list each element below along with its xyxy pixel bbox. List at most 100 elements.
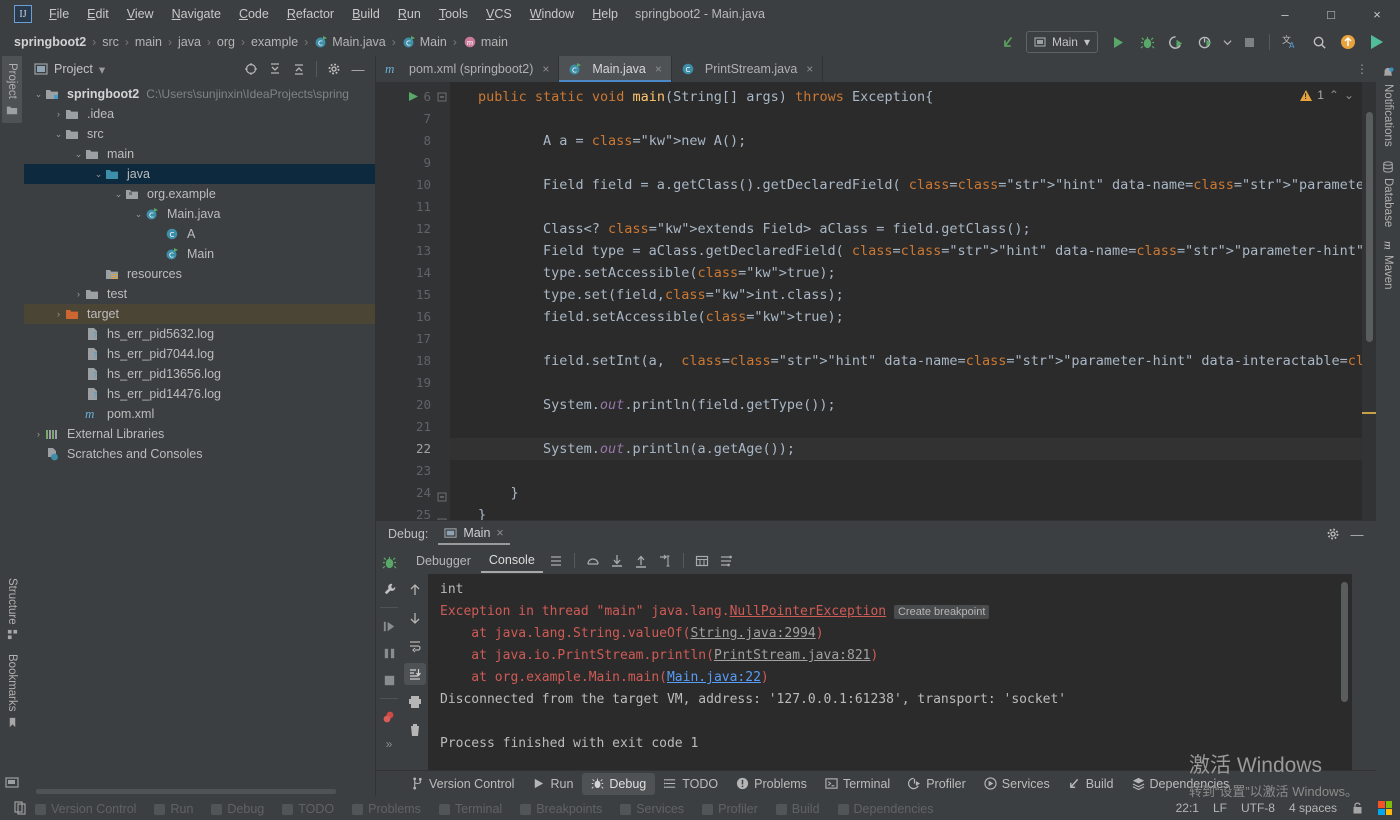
print-icon[interactable]: [404, 691, 426, 713]
tree-node-a[interactable]: CA: [24, 224, 375, 244]
debug-session-tab[interactable]: Main ×: [438, 523, 510, 545]
tree-expand-arrow[interactable]: ›: [52, 109, 65, 119]
debug-tab-debugger[interactable]: Debugger: [408, 550, 479, 572]
tree-node-hs-err-pid7044-log[interactable]: ? hs_err_pid7044.log: [24, 344, 375, 364]
sidebar-item-structure[interactable]: Structure: [2, 571, 22, 648]
breadcrumb-item-org[interactable]: org: [217, 35, 235, 49]
bottom-tab-build[interactable]: Build: [1059, 773, 1123, 795]
soft-wrap-icon[interactable]: [404, 635, 426, 657]
profiler-dropdown-icon[interactable]: [1221, 30, 1233, 54]
tree-expand-arrow[interactable]: ⌄: [72, 149, 85, 160]
tree-node-src[interactable]: ⌄ src: [24, 124, 375, 144]
expand-all-icon[interactable]: [264, 58, 286, 80]
caret-position[interactable]: 22:1: [1176, 801, 1199, 815]
close-icon[interactable]: ×: [655, 62, 662, 76]
rail-terminal-icon[interactable]: [1, 769, 23, 796]
line-number-23[interactable]: 23: [376, 460, 436, 482]
console-line-3[interactable]: at java.io.PrintStream.println(PrintStre…: [440, 645, 1352, 667]
sidebar-item-bookmarks[interactable]: Bookmarks: [2, 647, 22, 735]
close-icon[interactable]: ×: [496, 526, 503, 540]
line-separator[interactable]: LF: [1213, 801, 1227, 815]
evaluate-expression-icon[interactable]: [691, 550, 713, 572]
menu-item-refactor[interactable]: Refactor: [278, 3, 343, 25]
bottom-tab-terminal[interactable]: Terminal: [816, 773, 899, 795]
debug-session-icon[interactable]: [378, 551, 400, 573]
code-line-13[interactable]: Field type = aClass.getDeclaredField( cl…: [450, 240, 1362, 262]
tree-node-test[interactable]: › test: [24, 284, 375, 304]
fold-marker-line-15[interactable]: [436, 288, 450, 310]
step-out-icon[interactable]: [630, 550, 652, 572]
console-line-2[interactable]: at java.lang.String.valueOf(String.java:…: [440, 623, 1352, 645]
menu-item-tools[interactable]: Tools: [430, 3, 477, 25]
fold-marker-line-25[interactable]: [436, 516, 450, 520]
update-project-icon[interactable]: [997, 30, 1023, 54]
more-options-icon[interactable]: »: [378, 733, 400, 755]
fold-marker-line-20[interactable]: [436, 398, 450, 420]
tree-node--idea[interactable]: › .idea: [24, 104, 375, 124]
breadcrumb-item-java[interactable]: java: [178, 35, 201, 49]
tree-node-hs-err-pid13656-log[interactable]: ? hs_err_pid13656.log: [24, 364, 375, 384]
menu-item-help[interactable]: Help: [583, 3, 627, 25]
fold-marker-line-11[interactable]: [436, 200, 450, 222]
breadcrumb-item-src[interactable]: src: [102, 35, 119, 49]
tree-expand-arrow[interactable]: ›: [52, 309, 65, 319]
menu-item-vcs[interactable]: VCS: [477, 3, 521, 25]
next-problem-icon[interactable]: ⌄: [1344, 88, 1354, 102]
project-pane-title[interactable]: Project ▾: [34, 62, 105, 77]
project-tree[interactable]: ⌄ springboot2 C:\Users\sunjinxin\IdeaProje…: [24, 82, 375, 787]
console-line-6[interactable]: [440, 711, 1352, 733]
scroll-to-end-icon[interactable]: [404, 663, 426, 685]
line-number-17[interactable]: 17: [376, 328, 436, 350]
code-line-15[interactable]: type.set(field,class="kw">int.class);: [450, 284, 1362, 306]
maximize-button[interactable]: □: [1308, 0, 1354, 28]
hide-debug-icon[interactable]: —: [1346, 523, 1368, 545]
code-line-17[interactable]: [450, 328, 1362, 350]
wrench-icon[interactable]: [378, 578, 400, 600]
line-number-22[interactable]: 22: [376, 438, 436, 460]
close-icon[interactable]: ×: [542, 62, 549, 76]
menu-item-file[interactable]: File: [40, 3, 78, 25]
console-scrollbar-thumb[interactable]: [1341, 582, 1348, 702]
select-opened-file-icon[interactable]: [240, 58, 262, 80]
tree-expand-arrow[interactable]: ›: [72, 289, 85, 299]
sidebar-item-notifications[interactable]: Notifications: [1378, 60, 1398, 154]
search-icon[interactable]: [1306, 30, 1332, 54]
line-number-20[interactable]: 20: [376, 394, 436, 416]
code-line-24[interactable]: }: [450, 482, 1362, 504]
tree-node-main[interactable]: C Main: [24, 244, 375, 264]
close-icon[interactable]: ×: [806, 62, 813, 76]
code-line-23[interactable]: [450, 460, 1362, 482]
tree-node-main-java[interactable]: ⌄ C Main.java: [24, 204, 375, 224]
hide-pane-icon[interactable]: —: [347, 58, 369, 80]
fold-marker-line-16[interactable]: [436, 310, 450, 332]
view-breakpoints-icon[interactable]: [378, 706, 400, 728]
stop-program-icon[interactable]: [378, 669, 400, 691]
code-line-16[interactable]: field.setAccessible(class="kw">true);: [450, 306, 1362, 328]
bottom-tab-debug[interactable]: Debug: [582, 772, 656, 795]
console-line-0[interactable]: int: [440, 579, 1352, 601]
code-line-6[interactable]: public static void main(String[] args) t…: [450, 86, 1362, 108]
menu-item-view[interactable]: View: [118, 3, 163, 25]
tree-node-external-libraries[interactable]: › External Libraries: [24, 424, 375, 444]
stop-icon[interactable]: [1236, 30, 1262, 54]
line-number-13[interactable]: 13: [376, 240, 436, 262]
tree-expand-arrow[interactable]: ⌄: [112, 189, 125, 200]
bottom-tab-profiler[interactable]: Profiler: [899, 773, 975, 795]
sidebar-item-project[interactable]: Project: [2, 56, 22, 123]
fold-marker-line-23[interactable]: [436, 464, 450, 486]
copy-icon[interactable]: [14, 801, 27, 815]
console-line-7[interactable]: Process finished with exit code 1: [440, 733, 1352, 755]
tree-node-hs-err-pid5632-log[interactable]: ? hs_err_pid5632.log: [24, 324, 375, 344]
stack-frame-link[interactable]: Main.java:22: [667, 670, 761, 685]
fold-column[interactable]: [436, 82, 450, 520]
tree-node-org-example[interactable]: ⌄ org.example: [24, 184, 375, 204]
tree-node-resources[interactable]: resources: [24, 264, 375, 284]
marker-stripe[interactable]: [1362, 412, 1376, 414]
code-line-25[interactable]: }: [450, 504, 1362, 520]
gear-icon[interactable]: [1322, 523, 1344, 545]
editor-tab-pom-xml--springboot2-[interactable]: m pom.xml (springboot2) ×: [376, 56, 560, 82]
editor-tab-main-java[interactable]: C Main.java ×: [559, 56, 672, 82]
fold-marker-line-7[interactable]: [436, 112, 450, 134]
bottom-tab-todo[interactable]: TODO: [655, 773, 727, 795]
tree-node-hs-err-pid14476-log[interactable]: ? hs_err_pid14476.log: [24, 384, 375, 404]
